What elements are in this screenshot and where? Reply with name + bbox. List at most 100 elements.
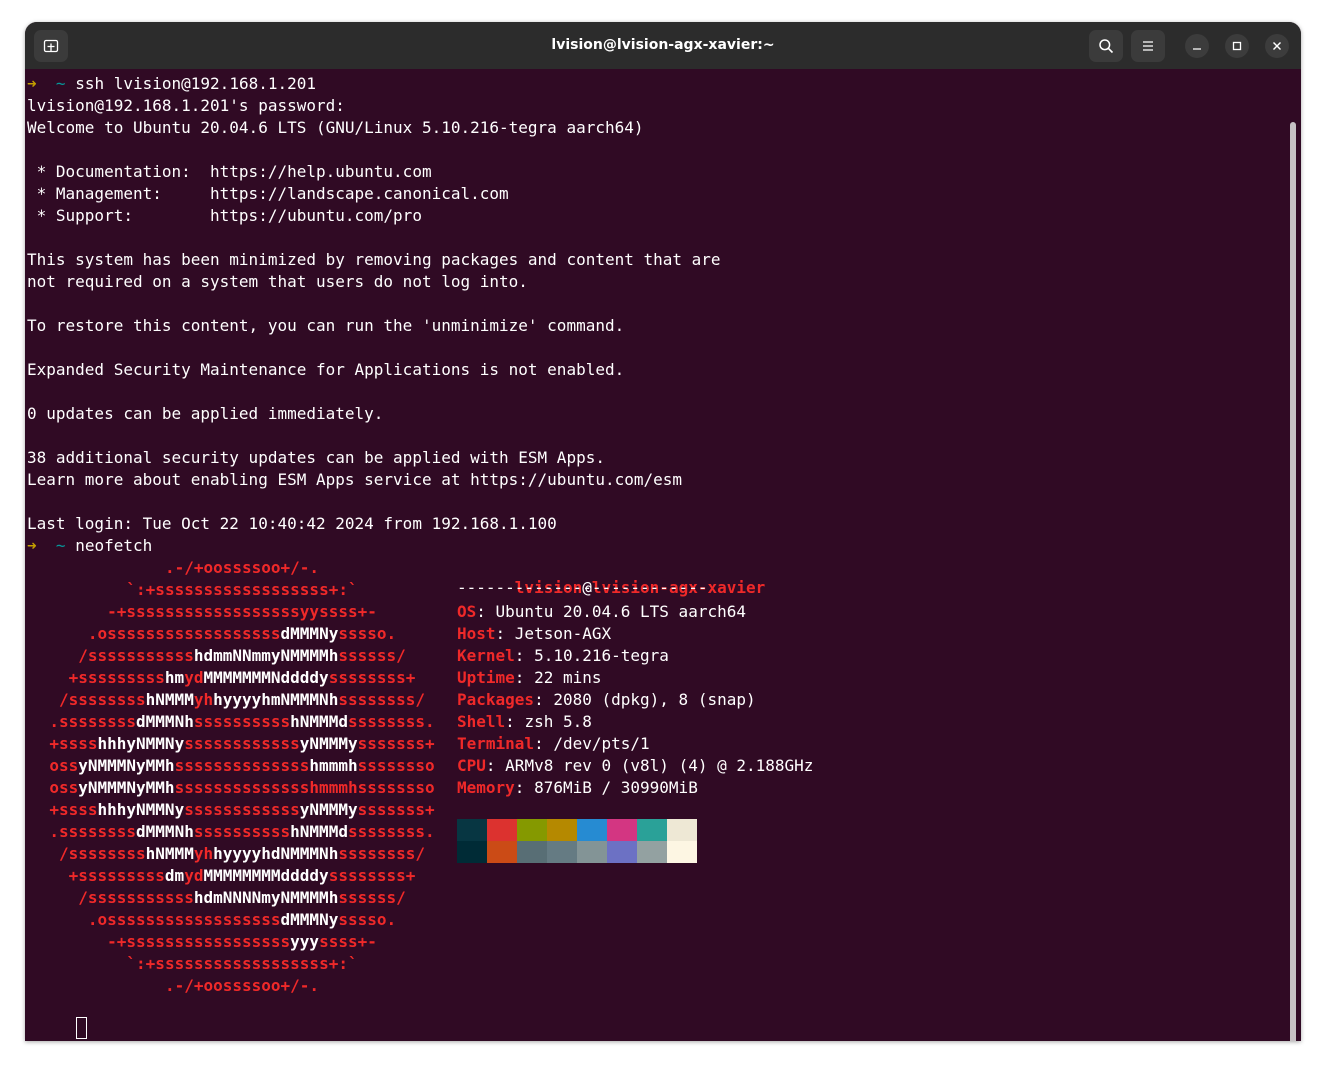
logo-segment: yNMMMy — [299, 800, 358, 819]
logo-segment: ssssss/ — [338, 888, 406, 907]
info-value: 22 mins — [534, 668, 602, 687]
color-swatch — [577, 819, 607, 841]
logo-segment: /ssssssss — [58, 690, 146, 709]
logo-segment: dMMMNh — [136, 712, 194, 731]
logo-segment: yNMMMNyMMh — [78, 756, 175, 775]
neofetch-info-line: OS: Ubuntu 20.04.6 LTS aarch64 — [457, 602, 746, 621]
logo-segment: ssssssss/ — [338, 690, 426, 709]
logo-segment: .ssssssss — [49, 712, 137, 731]
logo-segment: /ssssssss — [58, 844, 146, 863]
color-swatch — [547, 841, 577, 863]
minimize-button[interactable] — [1185, 34, 1209, 58]
neofetch-info-line: Uptime: 22 mins — [457, 668, 602, 687]
logo-segment: yh — [193, 844, 214, 863]
logo-segment: sssso. — [338, 624, 397, 643]
ubuntu-logo-row: .ssssssssdMMMNhsssssssssshNMMMdssssssss. — [27, 821, 457, 843]
info-value: 2080 (dpkg), 8 (snap) — [553, 690, 756, 709]
color-swatch — [637, 841, 667, 863]
logo-segment: yNMMMNyMMh — [78, 778, 175, 797]
ubuntu-logo-row: .ossssssssssssssssssdMMMNysssso. — [27, 909, 457, 931]
ubuntu-logo-row: -+ssssssssssssssssssyyssss+- — [27, 601, 457, 623]
ubuntu-logo-row: `:+ssssssssssssssssss+:` — [27, 953, 457, 975]
output-line: Learn more about enabling ESM Apps servi… — [27, 470, 683, 489]
prompt-cwd: ~ — [55, 74, 66, 93]
prompt-cwd: ~ — [55, 536, 66, 555]
logo-segment: hNMMM — [145, 690, 194, 709]
search-icon — [1099, 39, 1114, 54]
command-text: ssh lvision@192.168.1.201 — [75, 74, 317, 93]
color-swatch — [667, 819, 697, 841]
logo-segment: oss — [49, 756, 79, 775]
minimize-icon — [1193, 48, 1201, 50]
ubuntu-logo-row: -+sssssssssssssssssyyyssss+- — [27, 931, 457, 953]
logo-segment: ssssssss+ — [328, 866, 416, 885]
ubuntu-logo-row: /sssssssshNMMMyhhyyyyhmNMMMNhssssssss/ — [27, 689, 457, 711]
logo-segment: hmmmh — [309, 756, 358, 775]
logo-segment: ssssssss. — [347, 712, 435, 731]
ubuntu-logo-row: +sssshhhyNMMNyssssssssssssyNMMMysssssss+ — [27, 733, 457, 755]
logo-segment: MMMMMMMNddddy — [203, 668, 329, 687]
output-line: This system has been minimized by removi… — [27, 250, 721, 269]
menu-button[interactable] — [1131, 30, 1165, 62]
prompt-arrow: ➜ — [27, 74, 37, 93]
close-icon — [1273, 42, 1281, 50]
ubuntu-logo-row: /sssssssshNMMMyhhyyyyhdNMMMNhssssssss/ — [27, 843, 457, 865]
logo-segment: ssss+- — [319, 932, 377, 951]
info-value: Jetson-AGX — [514, 624, 612, 643]
info-key: Shell — [457, 712, 506, 731]
info-key: Packages — [457, 690, 535, 709]
logo-segment: ssssssssssss — [184, 800, 300, 819]
close-button[interactable] — [1265, 34, 1289, 58]
logo-segment: .ssssssss — [49, 822, 137, 841]
logo-segment: /sssssssssss — [78, 888, 194, 907]
logo-segment: ssssssss/ — [338, 844, 426, 863]
logo-segment: ssssssssssssss — [174, 756, 310, 775]
logo-segment: .ossssssssssssssssss — [87, 910, 281, 929]
logo-segment: dMMMNy — [280, 910, 339, 929]
logo-segment: hhhyNMMNy — [97, 800, 185, 819]
terminal-window: lvision@lvision-agx-xavier:~ lvision@lvi… — [25, 22, 1301, 1041]
info-key: Kernel — [457, 646, 515, 665]
ubuntu-logo-row: +ssssssssshmydMMMMMMMNddddyssssssss+ — [27, 667, 457, 689]
info-key: Uptime — [457, 668, 515, 687]
prompt-arrow: ➜ — [27, 536, 37, 555]
neofetch-info-line: Kernel: 5.10.216-tegra — [457, 646, 669, 665]
color-swatch — [487, 841, 517, 863]
info-value: 5.10.216-tegra — [534, 646, 669, 665]
prompt-arrow: ➜ — [85, 1040, 95, 1041]
logo-segment: ssssssss. — [347, 822, 435, 841]
logo-segment: hdmmNNmmyNMMMMh — [193, 646, 339, 665]
logo-segment: hNMMM — [145, 844, 194, 863]
command-text: neofetch — [75, 536, 153, 555]
output-line: Expanded Security Maintenance for Applic… — [27, 360, 625, 379]
logo-segment: .-/+oossssoo+/-. — [164, 558, 320, 577]
logo-segment: yd — [184, 668, 204, 687]
logo-segment: hyyyyhmNMMMNh — [213, 690, 339, 709]
terminal-output[interactable]: lvision@lvision-agx-xavier -------------… — [25, 69, 1301, 1041]
logo-segment: dMMMNy — [280, 624, 339, 643]
output-line: Last login: Tue Oct 22 10:40:42 2024 fro… — [27, 514, 557, 533]
logo-segment: +sssssssss — [68, 668, 165, 687]
prompt-cwd: ~ — [114, 1040, 124, 1041]
info-key: Memory — [457, 778, 515, 797]
info-key: CPU — [457, 756, 486, 775]
logo-segment: yyy — [290, 932, 320, 951]
hamburger-menu-icon — [1143, 41, 1153, 51]
maximize-button[interactable] — [1225, 34, 1249, 58]
neofetch-info-line: Host: Jetson-AGX — [457, 624, 612, 643]
logo-segment: oss — [49, 778, 79, 797]
neofetch-user-host: lvision@lvision-agx-xavier — [514, 578, 766, 597]
logo-segment: hdmNNNNmyNMMMMh — [193, 888, 339, 907]
ubuntu-logo-row: +sssssssssdmydMMMMMMMMddddyssssssss+ — [27, 865, 457, 887]
neofetch-info-line: CPU: ARMv8 rev 0 (v8l) (4) @ 2.188GHz — [457, 756, 814, 775]
output-line: * Documentation: https://help.ubuntu.com — [27, 162, 432, 181]
logo-segment: ssssssss+ — [328, 668, 416, 687]
color-swatch — [457, 841, 487, 863]
color-swatch — [517, 819, 547, 841]
logo-segment: ssssssssssss — [184, 734, 300, 753]
title-bar: lvision@lvision-agx-xavier:~ — [25, 22, 1301, 69]
search-button[interactable] — [1089, 30, 1123, 62]
output-line: not required on a system that users do n… — [27, 272, 528, 291]
scrollbar[interactable] — [1290, 122, 1296, 1041]
logo-segment: sssssss+ — [357, 734, 435, 753]
